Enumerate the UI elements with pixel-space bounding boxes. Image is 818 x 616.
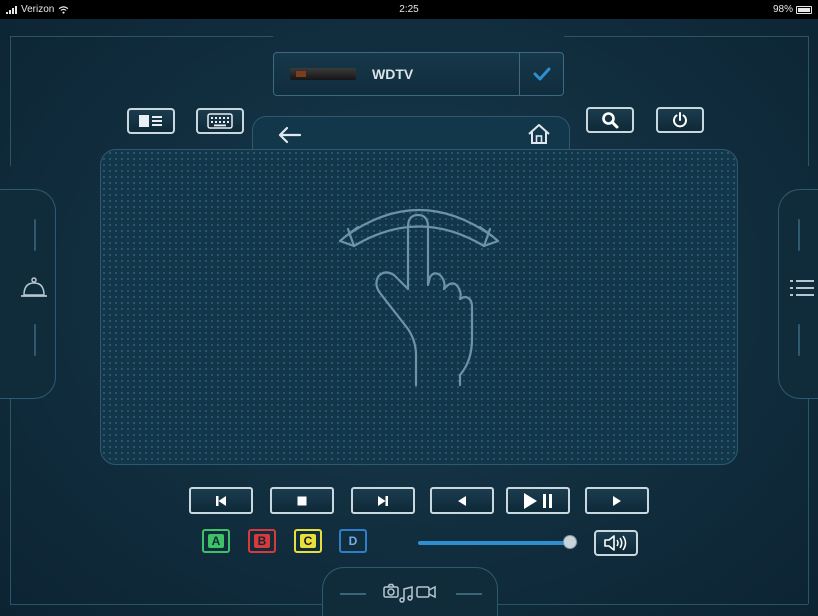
swipe-hand-icon [338, 209, 500, 387]
volume-button[interactable] [594, 530, 638, 556]
previous-track-button[interactable] [189, 487, 253, 514]
color-key-a[interactable]: A [202, 529, 230, 553]
frame-top-left [10, 36, 273, 37]
device-thumbnail [290, 68, 356, 80]
device-selector-main[interactable]: WDTV [274, 53, 520, 95]
bottom-decor-right [456, 593, 482, 595]
speaker-icon [604, 535, 627, 551]
frame-left [10, 36, 11, 166]
frame-right [808, 36, 809, 166]
color-key-label: B [254, 534, 270, 548]
device-confirm-button[interactable] [520, 53, 563, 95]
color-key-label: D [348, 534, 358, 548]
list-icon[interactable] [790, 277, 816, 299]
panel-list-icon [139, 115, 162, 127]
left-groove-top [34, 219, 36, 251]
bell-icon[interactable] [20, 276, 48, 300]
frame-right-lower [808, 384, 809, 604]
stop-button[interactable] [270, 487, 334, 514]
volume-knob[interactable] [563, 535, 577, 549]
left-groove-bottom [34, 324, 36, 356]
keyboard-button[interactable] [196, 108, 244, 134]
battery-area: 98% [773, 4, 812, 15]
frame-left-lower [10, 384, 11, 604]
home-icon[interactable] [525, 121, 553, 147]
rewind-button[interactable] [430, 487, 494, 514]
color-key-d[interactable]: D [339, 529, 367, 553]
clock: 2:25 [399, 4, 419, 15]
forward-button[interactable] [585, 487, 649, 514]
frame-bottom-left [10, 604, 322, 605]
battery-label: 98% [772, 4, 793, 15]
status-bar: Verizon 2:25 98% [0, 0, 818, 19]
media-sources-icon[interactable] [382, 581, 438, 605]
forward-icon [613, 495, 621, 506]
play-pause-icon [524, 492, 552, 509]
remote-app: WDTV A B C D [0, 19, 818, 616]
color-key-label: C [300, 534, 316, 548]
stop-icon [297, 496, 307, 505]
right-groove-top [798, 219, 800, 251]
device-name: WDTV [372, 66, 414, 82]
keyboard-icon [207, 113, 233, 129]
skip-previous-icon [216, 495, 226, 506]
power-icon [673, 112, 687, 128]
library-view-button[interactable] [127, 108, 175, 134]
next-track-button[interactable] [351, 487, 415, 514]
right-groove-bottom [798, 324, 800, 356]
play-pause-button[interactable] [506, 487, 570, 514]
rewind-icon [458, 495, 466, 506]
volume-fill [418, 541, 570, 545]
skip-next-icon [378, 495, 388, 506]
color-key-c[interactable]: C [294, 529, 322, 553]
power-button[interactable] [656, 107, 704, 133]
color-key-label: A [208, 534, 224, 548]
color-key-b[interactable]: B [248, 529, 276, 553]
frame-top-right [564, 36, 808, 37]
arrow-left-icon[interactable] [274, 122, 306, 148]
device-selector[interactable]: WDTV [273, 52, 564, 96]
checkmark-icon [533, 67, 550, 81]
frame-bottom-right [498, 604, 808, 605]
search-icon [602, 112, 619, 129]
bottom-decor-left [340, 593, 366, 595]
volume-slider[interactable] [418, 535, 578, 549]
search-button[interactable] [586, 107, 634, 133]
battery-icon [796, 5, 812, 14]
